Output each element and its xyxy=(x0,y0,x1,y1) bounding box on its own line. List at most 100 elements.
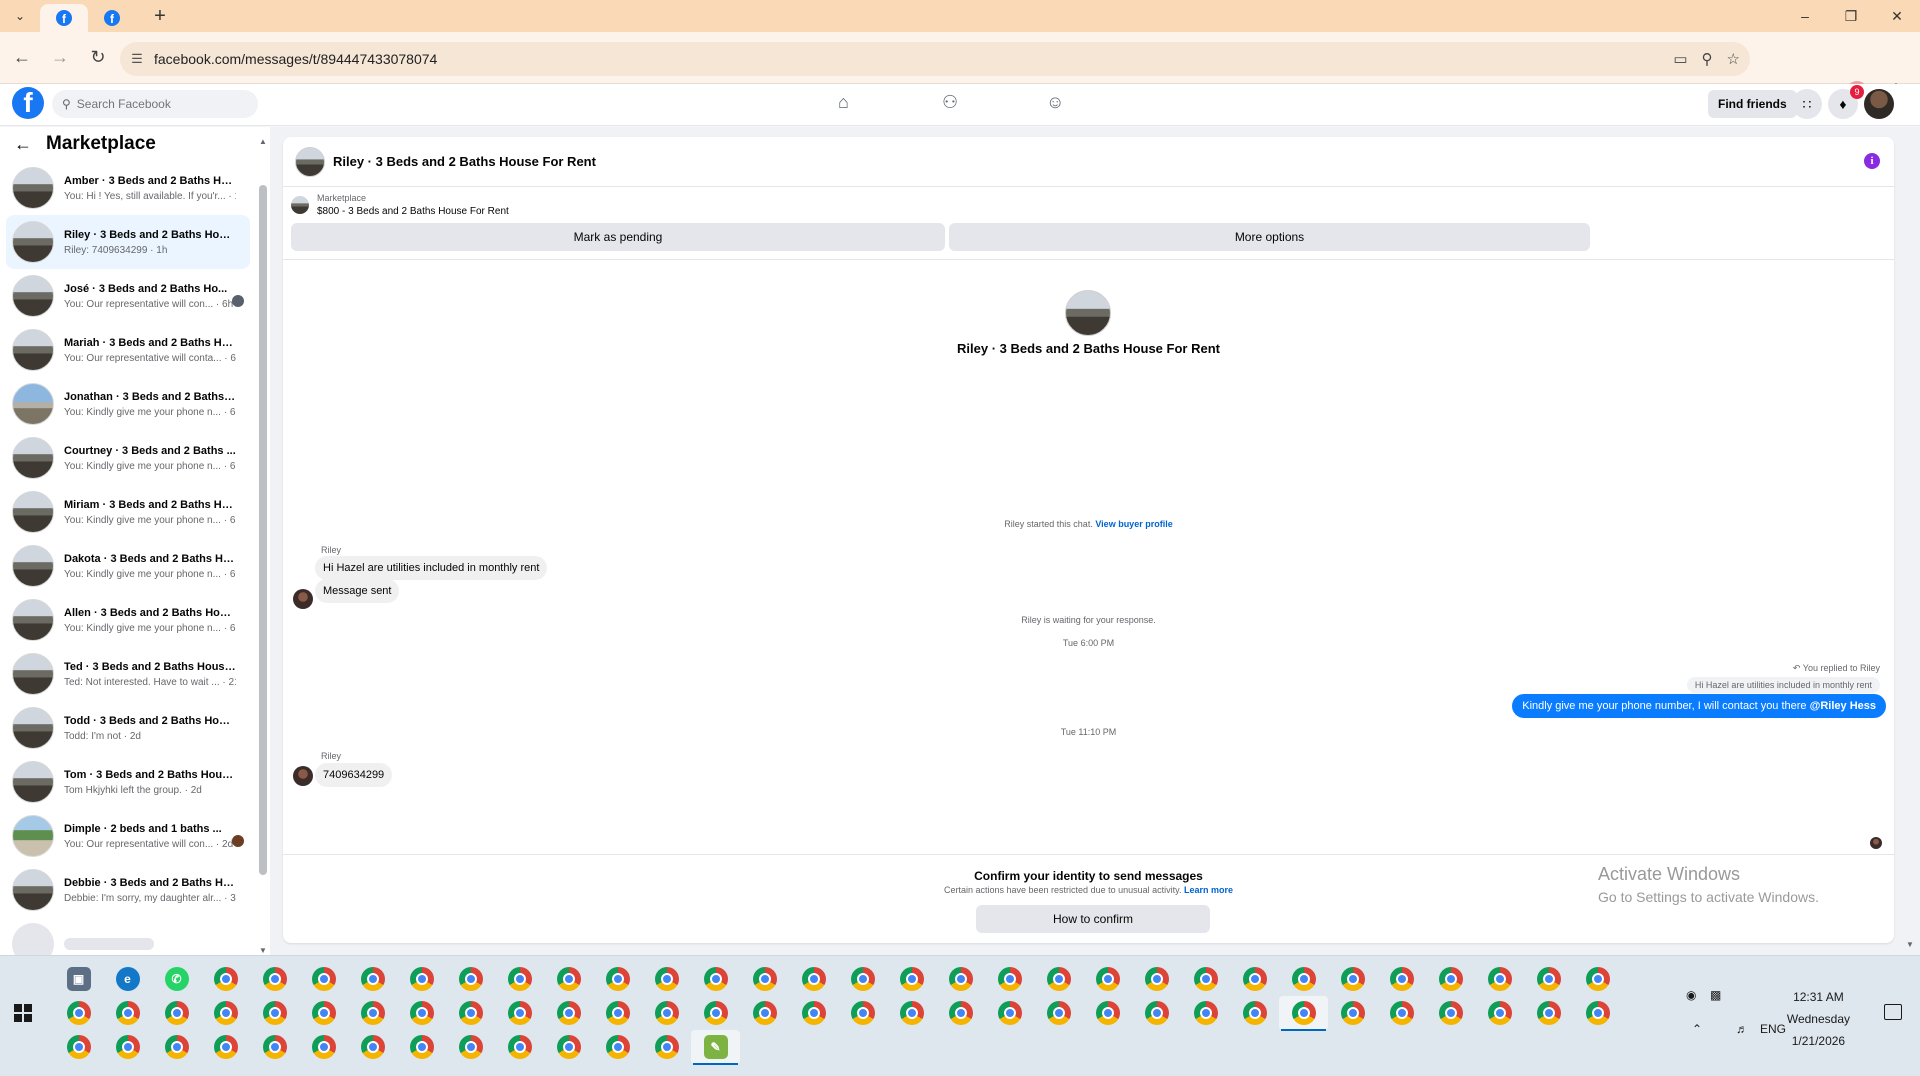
taskbar-chrome-window[interactable] xyxy=(887,996,936,1030)
taskbar-chrome-window[interactable] xyxy=(740,962,789,996)
account-avatar[interactable] xyxy=(1864,89,1894,119)
taskbar-chrome-window[interactable] xyxy=(1377,962,1426,996)
install-app-icon[interactable]: ▭ xyxy=(1673,50,1687,68)
sender-avatar[interactable] xyxy=(293,766,313,786)
taskbar-chrome-window[interactable] xyxy=(544,996,593,1030)
taskbar-chrome-window[interactable] xyxy=(642,996,691,1030)
taskbar-chrome-window[interactable] xyxy=(1377,996,1426,1030)
taskbar-chrome-window[interactable] xyxy=(397,962,446,996)
taskbar-chrome-window[interactable] xyxy=(495,962,544,996)
taskbar-chrome-window[interactable] xyxy=(1034,996,1083,1030)
taskbar-chrome-window[interactable] xyxy=(1426,962,1475,996)
taskbar-chrome-window[interactable] xyxy=(201,962,250,996)
taskbar-chrome-window[interactable] xyxy=(1034,962,1083,996)
display-icon[interactable]: ▩ xyxy=(1710,988,1721,1002)
back-arrow-icon[interactable]: ← xyxy=(14,134,32,155)
taskbar-chrome-window[interactable] xyxy=(789,996,838,1030)
taskbar-chrome-window[interactable] xyxy=(593,1030,642,1064)
volume-icon[interactable]: ♬ xyxy=(1736,1022,1748,1036)
taskbar-chrome-window[interactable] xyxy=(691,996,740,1030)
taskbar-chrome-window[interactable] xyxy=(54,996,103,1030)
taskbar-chrome-window[interactable] xyxy=(397,1030,446,1064)
scroll-down-icon[interactable]: ▼ xyxy=(259,946,267,955)
reload-icon[interactable]: ↻ xyxy=(82,42,114,74)
taskbar-chrome-window[interactable] xyxy=(201,996,250,1030)
taskbar-chrome-window[interactable] xyxy=(1132,996,1181,1030)
view-buyer-profile-link[interactable]: View buyer profile xyxy=(1095,519,1172,529)
friends-icon[interactable]: ⚇ xyxy=(942,92,958,113)
taskbar-chrome-window[interactable] xyxy=(1524,996,1573,1030)
taskbar-chrome-window[interactable] xyxy=(936,996,985,1030)
scrollbar-thumb[interactable] xyxy=(259,185,267,875)
taskbar-chrome-window[interactable] xyxy=(691,962,740,996)
language-indicator[interactable]: ENG xyxy=(1760,1022,1786,1036)
taskbar-chrome-window[interactable] xyxy=(1083,962,1132,996)
taskbar-chrome-window[interactable] xyxy=(299,1030,348,1064)
facebook-logo-icon[interactable]: f xyxy=(12,87,44,119)
taskbar-app[interactable]: ▣ xyxy=(54,962,103,996)
tab-search-button[interactable]: ⌄ xyxy=(0,0,40,32)
conversation-item[interactable]: Ted · 3 Beds and 2 Baths House... Ted: No… xyxy=(6,647,250,701)
taskbar-notepad[interactable]: ✎ xyxy=(691,1030,740,1065)
mention[interactable]: @Riley Hess xyxy=(1810,700,1876,712)
page-scroll-down-icon[interactable]: ▼ xyxy=(1906,940,1914,949)
forward-arrow-icon[interactable]: → xyxy=(44,42,76,74)
incoming-message[interactable]: 7409634299 xyxy=(315,763,393,787)
taskbar-whatsapp[interactable]: ✆ xyxy=(152,962,201,996)
taskbar-chrome-window[interactable] xyxy=(789,962,838,996)
taskbar-chrome-window[interactable] xyxy=(446,996,495,1030)
learn-more-link[interactable]: Learn more xyxy=(1184,885,1233,895)
taskbar-edge[interactable]: e xyxy=(103,962,152,996)
more-options-button[interactable]: More options xyxy=(949,223,1590,251)
incoming-message[interactable]: Hi Hazel are utilities included in month… xyxy=(315,556,548,580)
taskbar-chrome-window[interactable] xyxy=(642,962,691,996)
info-icon[interactable]: i xyxy=(1864,153,1880,169)
taskbar-chrome-window[interactable] xyxy=(299,996,348,1030)
browser-tab-facebook[interactable]: f xyxy=(88,4,136,32)
taskbar-chrome-window[interactable] xyxy=(1475,996,1524,1030)
taskbar-chrome-window[interactable] xyxy=(1083,996,1132,1030)
taskbar-chrome-window[interactable] xyxy=(495,1030,544,1064)
taskbar-chrome-window[interactable] xyxy=(54,1030,103,1064)
taskbar-chrome-window[interactable] xyxy=(103,1030,152,1064)
how-to-confirm-button[interactable]: How to confirm xyxy=(976,905,1210,933)
taskbar-clock[interactable]: 12:31 AM Wednesday 1/21/2026 xyxy=(1787,986,1850,1052)
taskbar-chrome-window[interactable] xyxy=(1230,996,1279,1030)
taskbar-chrome-window[interactable] xyxy=(985,962,1034,996)
incoming-message[interactable]: Message sent xyxy=(315,579,400,603)
taskbar-chrome-window[interactable] xyxy=(544,962,593,996)
groups-icon[interactable]: ☺ xyxy=(1046,92,1064,113)
chat-thumbnail[interactable] xyxy=(295,146,325,177)
taskbar-chrome-window[interactable] xyxy=(936,962,985,996)
taskbar-chrome-window[interactable] xyxy=(1573,996,1622,1030)
taskbar-chrome-window[interactable] xyxy=(642,1030,691,1064)
taskbar-chrome-window[interactable] xyxy=(397,996,446,1030)
close-icon[interactable]: ✕ xyxy=(1874,0,1920,32)
listing-summary[interactable]: Marketplace $800 - 3 Beds and 2 Baths Ho… xyxy=(291,193,509,217)
restore-icon[interactable]: ❐ xyxy=(1828,0,1874,32)
taskbar-chrome-window[interactable] xyxy=(740,996,789,1030)
conversation-item[interactable]: Miriam · 3 Beds and 2 Baths Ho... You: Ki… xyxy=(6,485,250,539)
taskbar-chrome-window[interactable] xyxy=(838,962,887,996)
taskbar-chrome-window[interactable] xyxy=(348,1030,397,1064)
scroll-up-icon[interactable]: ▲ xyxy=(259,137,267,146)
conversation-item[interactable]: Debbie · 3 Beds and 2 Baths Ho... Debbie:… xyxy=(6,863,250,917)
taskbar-chrome-window[interactable] xyxy=(1230,962,1279,996)
taskbar-chrome-window[interactable] xyxy=(446,962,495,996)
conversation-item[interactable]: Jonathan · 3 Beds and 2 Baths ... You: Ki… xyxy=(6,377,250,431)
address-bar[interactable]: ☰ facebook.com/messages/t/89444743307807… xyxy=(120,42,1750,76)
taskbar-chrome-window[interactable] xyxy=(103,996,152,1030)
show-hidden-icons[interactable]: ⌃ xyxy=(1692,1022,1702,1036)
taskbar-chrome-window[interactable] xyxy=(348,962,397,996)
notification-center-icon[interactable] xyxy=(1884,1004,1902,1020)
conversation-item[interactable]: Dakota · 3 Beds and 2 Baths Ho... You: Ki… xyxy=(6,539,250,593)
taskbar-chrome-window[interactable] xyxy=(838,996,887,1030)
taskbar-chrome-window[interactable] xyxy=(887,962,936,996)
bookmark-star-icon[interactable]: ☆ xyxy=(1727,50,1740,68)
taskbar-chrome-window[interactable] xyxy=(1475,962,1524,996)
windows-start-icon[interactable] xyxy=(14,1004,32,1022)
taskbar-chrome-window[interactable] xyxy=(201,1030,250,1064)
taskbar-chrome-window[interactable] xyxy=(152,1030,201,1064)
browser-tab-facebook-active[interactable]: f xyxy=(40,4,88,32)
conversation-item[interactable]: Amber · 3 Beds and 2 Baths Ho... You: Hi … xyxy=(6,161,250,215)
